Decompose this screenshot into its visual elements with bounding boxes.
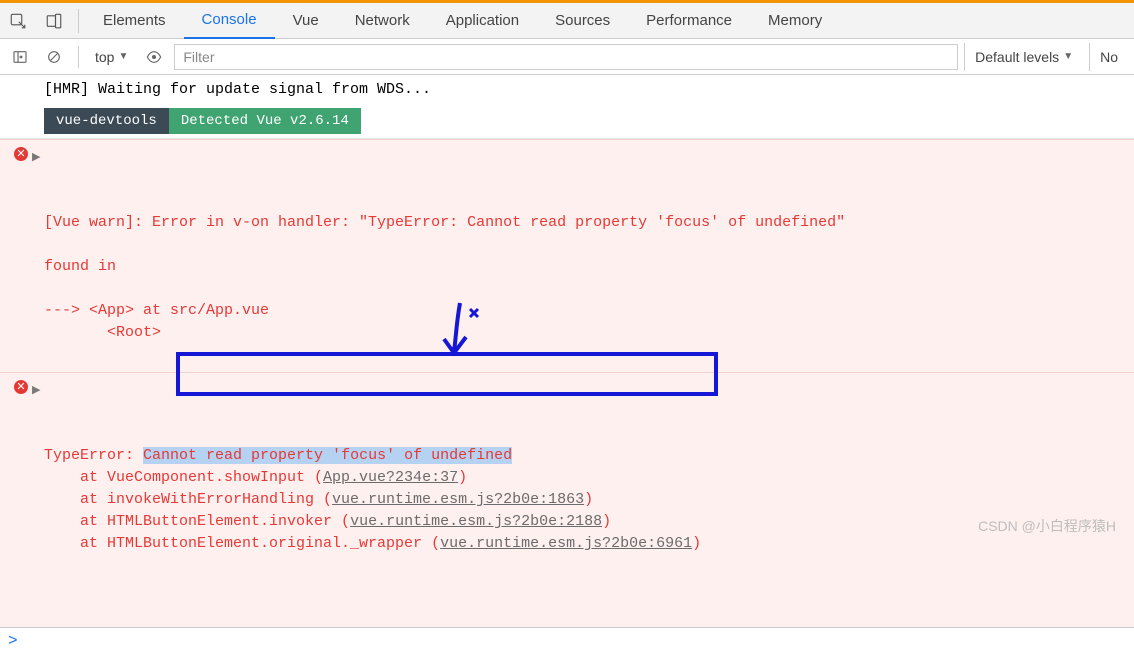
no-hidden-toggle[interactable]: No [1089,43,1128,71]
tab-network[interactable]: Network [337,3,428,39]
console-output: [HMR] Waiting for update signal from WDS… [0,75,1134,654]
tab-console[interactable]: Console [184,3,275,39]
filter-placeholder: Filter [183,49,214,65]
device-toolbar-icon[interactable] [36,3,72,39]
tab-application[interactable]: Application [428,3,537,39]
log-levels-select[interactable]: Default levels ▼ [964,43,1083,71]
console-prompt[interactable]: > [0,627,1134,654]
log-message: [HMR] Waiting for update signal from WDS… [0,75,1134,104]
watermark: CSDN @小白程序猿H [978,516,1116,536]
tab-elements[interactable]: Elements [85,3,184,39]
vue-detected-badge: Detected Vue v2.6.14 [169,108,361,134]
inspect-element-icon[interactable] [0,3,36,39]
source-link[interactable]: vue.runtime.esm.js?2b0e:2188 [350,513,602,530]
context-label: top [95,49,114,65]
highlighted-text: Cannot read property 'focus' of undefine… [143,447,512,464]
filter-input[interactable]: Filter [174,44,958,70]
error-message[interactable]: ✕ ▶ TypeError: Cannot read property 'foc… [0,372,1134,627]
source-link[interactable]: vue.runtime.esm.js?2b0e:1863 [332,491,584,508]
live-expression-icon[interactable] [140,43,168,71]
expand-icon[interactable]: ▶ [32,147,40,169]
levels-label: Default levels [975,49,1059,65]
chevron-down-icon: ▼ [1063,51,1073,62]
vue-devtools-badge: vue-devtools [44,108,169,134]
tab-vue[interactable]: Vue [275,3,337,39]
source-link[interactable]: App.vue?234e:37 [323,469,458,486]
tab-performance[interactable]: Performance [628,3,750,39]
execution-context-select[interactable]: top ▼ [89,49,134,65]
tab-sources[interactable]: Sources [537,3,628,39]
separator [78,46,79,68]
error-icon: ✕ [14,147,28,161]
error-icon: ✕ [14,380,28,394]
console-toolbar: top ▼ Filter Default levels ▼ No [0,39,1134,75]
source-link[interactable]: vue.runtime.esm.js?2b0e:6961 [440,535,692,552]
log-message: vue-devtools Detected Vue v2.6.14 [0,104,1134,139]
chevron-down-icon: ▼ [118,51,128,62]
separator [78,9,79,33]
console-sidebar-toggle-icon[interactable] [6,43,34,71]
tab-memory[interactable]: Memory [750,3,840,39]
error-message[interactable]: ✕ ▶ [Vue warn]: Error in v-on handler: "… [0,139,1134,372]
devtools-tabs: Elements Console Vue Network Application… [0,3,1134,39]
clear-console-icon[interactable] [40,43,68,71]
expand-icon[interactable]: ▶ [32,380,40,402]
